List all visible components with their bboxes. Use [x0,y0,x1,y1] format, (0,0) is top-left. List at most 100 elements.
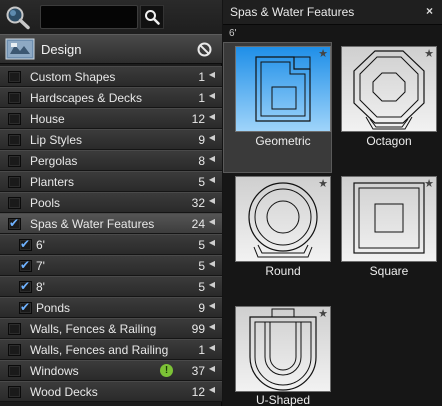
category-checkbox[interactable] [8,365,21,377]
arrow-left-icon[interactable]: ◀ [209,238,215,247]
arrow-left-icon[interactable]: ◀ [209,175,215,184]
tile-octagon[interactable]: ★ Octagon [341,46,437,166]
category-row[interactable]: Pergolas 8 ◀ [0,150,222,171]
tile-name: U-Shaped [255,393,311,406]
arrow-left-icon[interactable]: ◀ [209,91,215,100]
catalog-panel: Spas & Water Features × 6' ★ Geometric ★… [223,0,442,406]
category-checkbox[interactable] [8,344,21,356]
arrow-left-icon[interactable]: ◀ [209,385,215,394]
arrow-left-icon[interactable]: ◀ [209,343,215,352]
tile-name: Geometric [255,134,311,148]
tile-thumbnail [341,176,437,262]
arrow-left-icon[interactable]: ◀ [209,301,215,310]
category-row[interactable]: Planters 5 ◀ [0,171,222,192]
search-bar [0,0,222,34]
category-row[interactable]: Spas & Water Features 24 ◀ [0,213,222,234]
category-count: 24 [191,217,205,231]
star-icon[interactable]: ★ [318,307,328,320]
arrow-left-icon[interactable]: ◀ [209,217,215,226]
category-row[interactable]: Custom Shapes 1 ◀ [0,66,222,87]
category-label: Wood Decks [30,385,98,399]
square-spa-icon [342,177,436,261]
category-label: Ponds [36,301,71,315]
category-checkbox[interactable] [8,134,21,146]
category-label: 6' [36,238,45,252]
category-row[interactable]: Hardscapes & Decks 1 ◀ [0,87,222,108]
category-row[interactable]: Lip Styles 9 ◀ [0,129,222,150]
tile-round[interactable]: ★ Round [235,176,331,282]
tile-geometric[interactable]: ★ Geometric [235,46,331,166]
arrow-left-icon[interactable]: ◀ [209,259,215,268]
category-checkbox[interactable] [19,279,32,293]
category-count: 5 [198,238,205,252]
arrow-left-icon[interactable]: ◀ [209,364,215,373]
category-checkbox[interactable] [8,323,21,335]
category-row[interactable]: Ponds 9 ◀ [0,297,222,318]
star-icon[interactable]: ★ [318,47,328,60]
category-label: Walls, Fences & Railing [30,322,157,336]
category-row[interactable]: 8' 5 ◀ [0,276,222,297]
arrow-left-icon[interactable]: ◀ [209,280,215,289]
category-label: Pools [30,196,61,210]
star-icon[interactable]: ★ [424,177,434,190]
star-icon[interactable]: ★ [424,47,434,60]
category-row[interactable]: Pools 32 ◀ [0,192,222,213]
category-label: Pergolas [30,154,78,168]
arrow-left-icon[interactable]: ◀ [209,196,215,205]
arrow-left-icon[interactable]: ◀ [209,70,215,79]
design-title: Design [41,41,82,57]
tile-thumbnail [341,46,437,132]
u-shaped-spa-icon [236,307,330,391]
tile-name: Square [369,264,409,278]
arrow-left-icon[interactable]: ◀ [209,133,215,142]
category-label: 7' [36,259,45,273]
search-input[interactable] [40,5,138,29]
design-plan-icon [5,38,35,60]
round-spa-icon [236,177,330,261]
tile-thumbnail [235,306,331,392]
octagon-spa-icon [342,47,436,131]
search-icon [145,10,160,25]
category-checkbox[interactable] [8,113,21,125]
category-checkbox[interactable] [8,176,21,188]
category-row[interactable]: Wood Decks 12 ◀ [0,381,222,402]
arrow-left-icon[interactable]: ◀ [209,154,215,163]
tile-thumbnail [235,46,331,132]
category-checkbox[interactable] [8,92,21,104]
tile-square[interactable]: ★ Square [341,176,437,282]
design-header[interactable]: Design [0,34,222,64]
category-label: Windows [30,364,79,378]
category-row[interactable]: House 12 ◀ [0,108,222,129]
magnifier-icon [6,6,30,30]
category-checkbox[interactable] [8,71,21,83]
category-checkbox[interactable] [19,237,32,251]
category-checkbox[interactable] [8,155,21,167]
category-row[interactable]: Windows! 37 ◀ [0,360,222,381]
category-label: Planters [30,175,75,189]
arrow-left-icon[interactable]: ◀ [209,112,215,121]
arrow-left-icon[interactable]: ◀ [209,322,215,331]
category-count: 5 [198,259,205,273]
category-checkbox[interactable] [8,216,21,230]
category-row[interactable]: 6' 5 ◀ [0,234,222,255]
category-row[interactable]: Walls, Fences and Railing 1 ◀ [0,339,222,360]
close-icon[interactable]: × [426,4,433,18]
category-checkbox[interactable] [8,386,21,398]
category-row[interactable]: 7' 5 ◀ [0,255,222,276]
search-button[interactable] [140,5,164,29]
category-label: Spas & Water Features [30,217,155,231]
category-label: House [30,112,65,126]
category-checkbox[interactable] [8,197,21,209]
category-count: 1 [198,70,205,84]
star-icon[interactable]: ★ [318,177,328,190]
category-count: 1 [198,343,205,357]
category-checkbox[interactable] [19,258,32,272]
category-count: 12 [191,385,205,399]
category-checkbox[interactable] [19,300,32,314]
no-entry-icon[interactable] [197,42,212,57]
subcategory-label: 6' [229,28,237,39]
warning-icon[interactable]: ! [160,364,173,377]
category-row[interactable]: Walls, Fences & Railing 99 ◀ [0,318,222,339]
tile-u-shaped[interactable]: ★ U-Shaped [235,306,331,406]
category-count: 5 [198,175,205,189]
